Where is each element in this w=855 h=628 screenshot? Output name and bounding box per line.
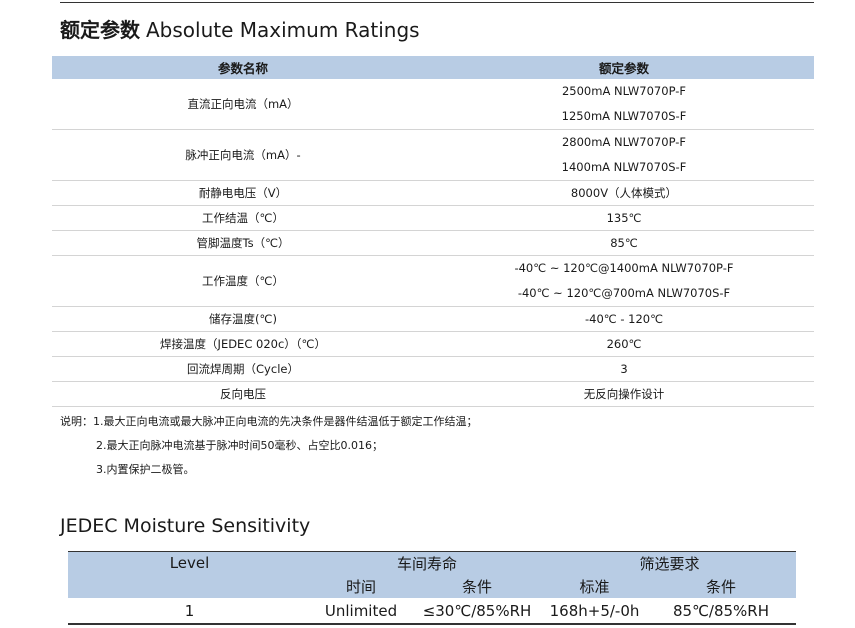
notes-block: 说明：1.最大正向电流或最大脉冲正向电流的先决条件是器件结温低于额定工作结温； … [60,410,478,482]
header-param-name: 参数名称 [52,56,434,79]
title-english: Absolute Maximum Ratings [146,18,420,42]
param-value: 无反向操作设计 [434,381,814,407]
param-value: 3 [434,356,814,382]
param-name: 储存温度(℃) [52,306,434,332]
note-text: 1.最大正向电流或最大脉冲正向电流的先决条件是器件结温低于额定工作结温； [93,415,478,428]
table-row: 直流正向电流（mA） 2500mA NLW7070P-F 1250mA NLW7… [52,79,814,130]
param-name: 脉冲正向电流（mA）- [52,129,434,181]
header-rated-value: 额定参数 [434,56,814,79]
notes-label: 说明： [60,415,93,428]
header-standard: 标准 [543,575,646,598]
note-line: 说明：1.最大正向电流或最大脉冲正向电流的先决条件是器件结温低于额定工作结温； [60,410,478,434]
header-level: Level [68,551,311,598]
section-title-absolute-maximum-ratings: 额定参数 Absolute Maximum Ratings [60,16,420,44]
section-title-jedec: JEDEC Moisture Sensitivity [60,515,311,537]
param-value: 2800mA NLW7070P-F 1400mA NLW7070S-F [434,129,814,181]
value-line: 1400mA NLW7070S-F [561,160,687,174]
table-row: 工作温度（℃） -40℃ ~ 120℃@1400mA NLW7070P-F -4… [52,255,814,307]
table-row: 耐静电电压（V） 8000V（人体模式） [52,180,814,206]
table-row: 工作结温（℃） 135℃ [52,205,814,231]
ratings-header-row: 参数名称 额定参数 [52,56,814,79]
note-line: 2.最大正向脉冲电流基于脉冲时间50毫秒、占空比0.016； [96,439,383,452]
value-line: 2500mA NLW7070P-F [561,84,687,98]
table-row: 储存温度(℃) -40℃ - 120℃ [52,306,814,332]
cell-condition: ≤30℃/85%RH [411,598,543,625]
header-condition: 条件 [646,575,796,598]
value-line: -40℃ ~ 120℃@1400mA NLW7070P-F [514,261,734,275]
table-row: 管脚温度Ts（℃） 85℃ [52,230,814,256]
note-line: 3.内置保护二极管。 [96,463,195,476]
jedec-header-row: Level 车间寿命 筛选要求 [68,551,796,598]
jedec-table: Level 车间寿命 筛选要求 时间 条件 标准 条件 1 Unlimited … [68,551,796,625]
param-name: 回流焊周期（Cycle） [52,356,434,382]
value-line: 2800mA NLW7070P-F [561,135,687,149]
table-row: 脉冲正向电流（mA）- 2800mA NLW7070P-F 1400mA NLW… [52,129,814,181]
cell-level: 1 [68,598,311,625]
header-screening: 筛选要求 [543,551,796,575]
top-rule [60,2,814,3]
cell-standard: 168h+5/-0h [543,598,646,625]
param-value: -40℃ ~ 120℃@1400mA NLW7070P-F -40℃ ~ 120… [434,255,814,307]
param-value: 135℃ [434,205,814,231]
param-value: 85℃ [434,230,814,256]
header-condition: 条件 [411,575,543,598]
table-row: 焊接温度（JEDEC 020c）（℃） 260℃ [52,331,814,357]
param-name: 反向电压 [52,381,434,407]
ratings-table: 参数名称 额定参数 直流正向电流（mA） 2500mA NLW7070P-F 1… [52,56,814,407]
table-row: 1 Unlimited ≤30℃/85%RH 168h+5/-0h 85℃/85… [68,598,796,625]
param-name: 管脚温度Ts（℃） [52,230,434,256]
param-value: 2500mA NLW7070P-F 1250mA NLW7070S-F [434,79,814,130]
param-name: 工作温度（℃） [52,255,434,307]
cell-time: Unlimited [311,598,411,625]
param-value: -40℃ - 120℃ [434,306,814,332]
param-value: 260℃ [434,331,814,357]
param-name: 耐静电电压（V） [52,180,434,206]
cell-condition: 85℃/85%RH [646,598,796,625]
value-line: -40℃ ~ 120℃@700mA NLW7070S-F [517,286,731,300]
value-line: 1250mA NLW7070S-F [561,109,687,123]
param-name: 焊接温度（JEDEC 020c）（℃） [52,331,434,357]
header-time: 时间 [311,575,411,598]
header-floor-life: 车间寿命 [311,551,543,575]
param-name: 直流正向电流（mA） [52,79,434,130]
title-chinese: 额定参数 [60,18,140,42]
param-value: 8000V（人体模式） [434,180,814,206]
table-row: 回流焊周期（Cycle） 3 [52,356,814,382]
param-name: 工作结温（℃） [52,205,434,231]
table-row: 反向电压 无反向操作设计 [52,381,814,407]
